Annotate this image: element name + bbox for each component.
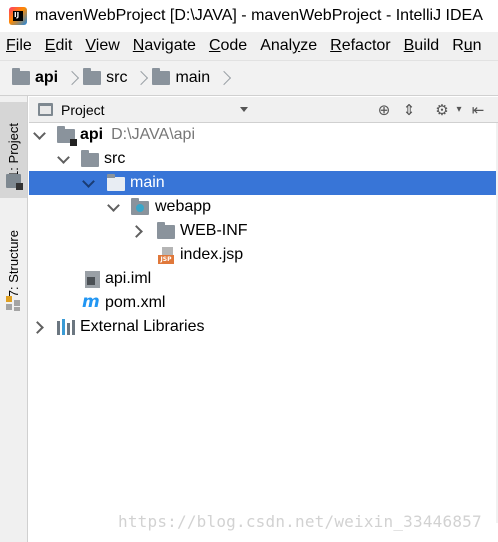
structure-icon (6, 296, 21, 311)
tree-node-webapp[interactable]: webapp (29, 195, 498, 219)
libraries-icon (57, 319, 75, 335)
menu-refactor[interactable]: Refactor (330, 37, 390, 55)
chevron-down-icon[interactable] (34, 130, 44, 140)
menu-code[interactable]: Code (209, 37, 247, 55)
web-folder-icon (131, 198, 149, 215)
tree-node-pom-xml[interactable]: m pom.xml (29, 291, 498, 315)
tree-node-label: src (104, 150, 126, 167)
tree-node-label: pom.xml (105, 294, 166, 311)
folder-icon (152, 68, 171, 85)
tree-node-label: webapp (155, 198, 212, 215)
window-titlebar: IJ mavenWebProject [D:\JAVA] - mavenWebP… (0, 0, 498, 32)
tree-node-external-libraries[interactable]: External Libraries (29, 315, 498, 339)
watermark: https://blog.csdn.net/weixin_33446857 (118, 512, 482, 531)
breadcrumb-item-src[interactable]: src (83, 68, 127, 87)
project-panel-header: Project ⊕ ⇕ ⚙ ▾ ⇤ (29, 97, 498, 123)
chevron-right-icon (137, 69, 146, 87)
menu-analyze[interactable]: Analyze (260, 37, 317, 55)
breadcrumb-item-api[interactable]: api (12, 68, 58, 87)
tree-node-label: External Libraries (80, 318, 205, 335)
tree-node-src[interactable]: src (29, 147, 498, 171)
tree-node-path: D:\JAVA\api (111, 126, 196, 143)
chevron-down-icon[interactable] (83, 178, 93, 188)
menu-bar: File Edit View Navigate Code Analyze Ref… (0, 32, 498, 61)
hide-icon[interactable]: ⇤ (469, 101, 487, 119)
tree-node-label: api.iml (105, 270, 152, 287)
intellij-logo-icon: IJ (9, 7, 27, 25)
tree-node-label: api (80, 126, 104, 143)
chevron-right-icon[interactable] (133, 226, 143, 236)
project-icon (6, 174, 23, 190)
chevron-down-icon[interactable] (58, 154, 68, 164)
folder-icon (157, 222, 175, 239)
tree-node-web-inf[interactable]: WEB-INF (29, 219, 498, 243)
project-tree: api D:\JAVA\api src main webapp WEB-INF J… (29, 123, 498, 542)
tree-node-api-iml[interactable]: api.iml (29, 267, 498, 291)
folder-icon (81, 150, 99, 167)
tree-node-api[interactable]: api D:\JAVA\api (29, 123, 498, 147)
tree-node-main[interactable]: main (29, 171, 498, 195)
tree-node-label: main (130, 174, 165, 191)
menu-run[interactable]: Run (452, 37, 481, 55)
module-file-icon (85, 271, 100, 288)
menu-navigate[interactable]: Navigate (133, 37, 196, 55)
project-view-icon (38, 103, 53, 116)
tool-window-strip: 1: Project 7: Structure (0, 96, 28, 542)
folder-icon (83, 68, 102, 85)
window-title: mavenWebProject [D:\JAVA] - mavenWebProj… (35, 7, 483, 24)
tree-node-label: index.jsp (180, 246, 244, 263)
folder-icon (107, 174, 125, 191)
tree-node-index-jsp[interactable]: JSP index.jsp (29, 243, 498, 267)
tree-node-label: WEB-INF (180, 222, 248, 239)
jsp-file-icon: JSP (158, 247, 174, 264)
breadcrumb: api src main (0, 61, 498, 96)
chevron-down-icon[interactable] (108, 202, 118, 212)
collapse-all-icon[interactable]: ⇕ (400, 101, 418, 119)
menu-file[interactable]: File (6, 37, 32, 55)
chevron-right-icon (68, 69, 77, 87)
breadcrumb-item-main[interactable]: main (152, 68, 210, 87)
locate-icon[interactable]: ⊕ (375, 101, 393, 119)
settings-dropdown-icon[interactable]: ▾ (450, 101, 468, 119)
chevron-right-icon (220, 69, 229, 87)
menu-view[interactable]: View (85, 37, 119, 55)
settings-icon[interactable]: ⚙ (433, 101, 451, 119)
chevron-right-icon[interactable] (34, 322, 44, 332)
module-folder-icon (12, 68, 30, 85)
maven-icon: m (82, 292, 100, 312)
view-selector[interactable]: Project (38, 102, 105, 118)
menu-build[interactable]: Build (404, 37, 440, 55)
module-folder-icon (57, 126, 77, 146)
menu-edit[interactable]: Edit (45, 37, 73, 55)
chevron-down-icon[interactable] (240, 107, 248, 112)
